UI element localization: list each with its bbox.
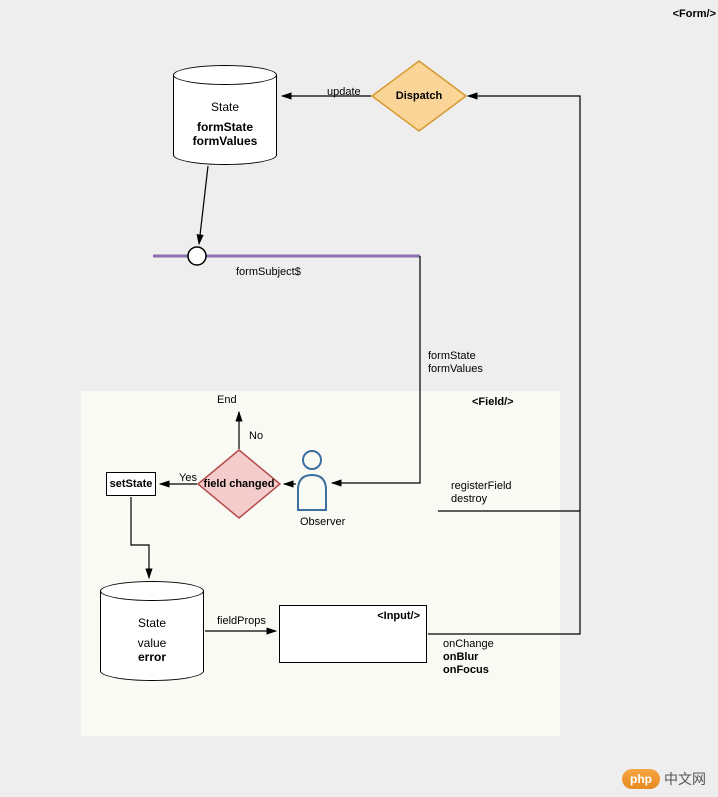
diagram-svg [0, 0, 718, 797]
dispatch-label: Dispatch [396, 90, 442, 102]
watermark-text: 中文网 [664, 769, 706, 789]
watermark-badge: php [622, 769, 660, 789]
watermark: php 中文网 [622, 769, 706, 789]
field-changed-label: field changed [204, 478, 275, 490]
